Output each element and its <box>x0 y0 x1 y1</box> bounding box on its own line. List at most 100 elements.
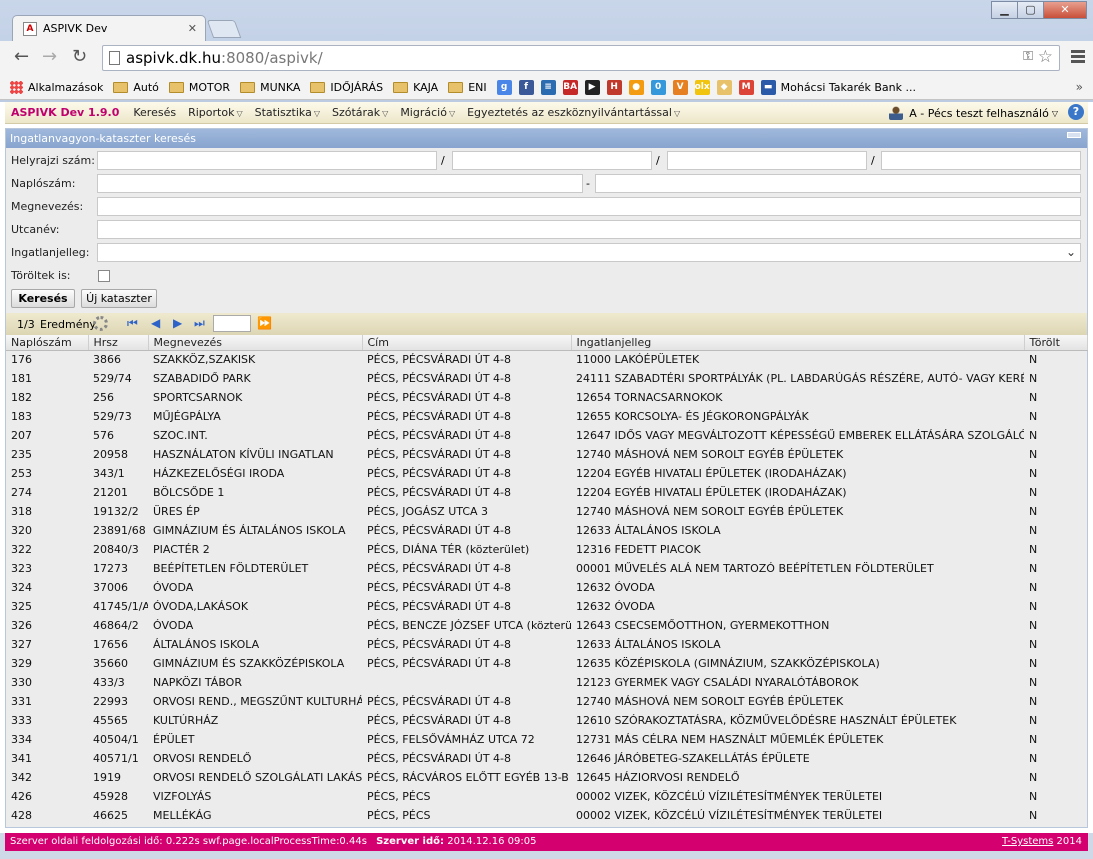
vendor-link[interactable]: T-Systems <box>1002 836 1053 847</box>
ingatlanjelleg-select[interactable]: ⌄ <box>97 243 1081 262</box>
table-cell: 20840/3 <box>93 543 139 556</box>
table-row[interactable]: 326 46864/2 ÓVODA PÉCS, BENCZE JÓZSEF UTCA … <box>6 616 1087 635</box>
bookmark-favicon[interactable]: ● <box>628 79 649 95</box>
next-page-icon[interactable]: ▶ <box>173 316 182 330</box>
new-cadastre-button[interactable]: Új kataszter <box>81 289 157 308</box>
bookmark-favicon[interactable]: olx <box>694 79 715 95</box>
table-row[interactable]: 253 343/1 HÁZKEZELŐSÉGI IRODA PÉCS, PÉCSVÁR… <box>6 464 1087 483</box>
bookmark-folder-kaja[interactable]: KAJA <box>393 81 438 94</box>
helyrajzi-field-1[interactable] <box>97 151 437 170</box>
collapse-icon[interactable] <box>1067 132 1081 138</box>
bookmark-favicon[interactable]: g <box>496 79 517 95</box>
table-row[interactable]: 324 37006 ÓVODA PÉCS, PÉCSVÁRADI ÚT 4-8 1263… <box>6 578 1087 597</box>
table-row[interactable]: 329 35660 GIMNÁZIUM ÉS SZAKKÖZÉPISKOLA PÉCS… <box>6 654 1087 673</box>
table-row[interactable]: 333 45565 KULTÚRHÁZ PÉCS, PÉCSVÁRADI ÚT 4-8… <box>6 711 1087 730</box>
table-row[interactable]: 181 529/74 SZABADIDŐ PARK PÉCS, PÉCSVÁRADI … <box>6 369 1087 388</box>
more-bookmarks-icon[interactable]: » <box>1076 80 1083 94</box>
key-icon[interactable]: ⚿ <box>1023 49 1033 64</box>
table-cell: 46625 <box>93 809 128 822</box>
close-tab-icon[interactable]: ✕ <box>188 22 197 35</box>
table-row[interactable]: 235 20958 HASZNÁLATON KÍVÜLI INGATLAN PÉCS,… <box>6 445 1087 464</box>
bookmark-folder-motor[interactable]: MOTOR <box>168 81 230 94</box>
new-tab-button[interactable] <box>206 20 242 38</box>
table-row[interactable]: 320 23891/68 GIMNÁZIUM ÉS ÁLTALÁNOS ISKOLA… <box>6 521 1087 540</box>
bookmark-folder-eni[interactable]: ENI <box>448 81 487 94</box>
bookmark-folder-munka[interactable]: MUNKA <box>240 81 300 94</box>
browser-menu-icon[interactable] <box>1071 50 1085 65</box>
page-number-input[interactable] <box>213 315 251 332</box>
column-header[interactable]: Cím <box>362 335 572 351</box>
menu-szotarak[interactable]: Szótárak ▽ <box>332 106 388 119</box>
table-row[interactable]: 182 256 SPORTCSARNOK PÉCS, PÉCSVÁRADI ÚT 4-… <box>6 388 1087 407</box>
bookmark-favicon[interactable]: M <box>738 79 759 95</box>
label-naplo: Naplószám: <box>11 177 76 190</box>
helyrajzi-field-4[interactable] <box>881 151 1081 170</box>
naplo-to-field[interactable] <box>595 174 1081 193</box>
table-cell: 325 <box>6 597 88 616</box>
forward-arrow-icon[interactable]: → <box>42 48 57 66</box>
browser-tab[interactable]: A ASPIVK Dev ✕ <box>12 15 206 41</box>
user-menu[interactable]: A - Pécs teszt felhasználó ▽ <box>889 106 1058 120</box>
minimize-icon[interactable]: ▁ <box>991 1 1018 19</box>
naplo-from-field[interactable] <box>97 174 583 193</box>
helyrajzi-field-3[interactable] <box>667 151 867 170</box>
table-row[interactable]: 330 433/3 NAPKÖZI TÁBOR 12123 GYERMEK VAGY … <box>6 673 1087 692</box>
bookmark-favicon[interactable]: 0 <box>650 79 671 95</box>
goto-page-icon[interactable]: ⏩ <box>257 316 272 330</box>
table-row[interactable]: 318 19132/2 ÜRES ÉP PÉCS, JOGÁSZ UTCA 3 1274… <box>6 502 1087 521</box>
table-row[interactable]: 322 20840/3 PIACTÉR 2 PÉCS, DIÁNA TÉR (közt… <box>6 540 1087 559</box>
table-row[interactable]: 331 22993 ORVOSI REND., MEGSZŰNT KULTURHÁZ… <box>6 692 1087 711</box>
prev-page-icon[interactable]: ◀ <box>151 316 160 330</box>
help-icon[interactable]: ? <box>1068 104 1084 120</box>
search-button[interactable]: Keresés <box>11 289 75 308</box>
utcanev-field[interactable] <box>97 220 1081 239</box>
gear-icon[interactable] <box>93 316 108 331</box>
bookmark-favicon[interactable]: BA <box>562 79 583 95</box>
torolt-checkbox[interactable] <box>98 270 110 282</box>
bookmark-favicon[interactable]: f <box>518 79 539 95</box>
table-row[interactable]: 334 40504/1 ÉPÜLET PÉCS, FELSŐVÁMHÁZ UTCA 7… <box>6 730 1087 749</box>
helyrajzi-field-2[interactable] <box>452 151 652 170</box>
table-row[interactable]: 342 1919 ORVOSI RENDELŐ SZOLGÁLATI LAKÁSSA… <box>6 768 1087 787</box>
table-row[interactable]: 183 529/73 MŰJÉGPÁLYA PÉCS, PÉCSVÁRADI ÚT 4… <box>6 407 1087 426</box>
table-row[interactable]: 327 17656 ÁLTALÁNOS ISKOLA PÉCS, PÉCSVÁRADI… <box>6 635 1087 654</box>
menu-riportok[interactable]: Riportok ▽ <box>188 106 243 119</box>
back-arrow-icon[interactable]: ← <box>14 48 29 66</box>
maximize-icon[interactable]: ▢ <box>1017 1 1044 19</box>
table-row[interactable]: 426 45928 VIZFOLYÁS PÉCS, PÉCS 00002 VIZEK, … <box>6 787 1087 806</box>
bookmark-favicon[interactable]: ▶ <box>584 79 605 95</box>
bookmark-star-icon[interactable]: ☆ <box>1038 47 1053 67</box>
first-page-icon[interactable]: ⏮ <box>127 316 138 331</box>
window-close-icon[interactable]: ✕ <box>1043 1 1087 19</box>
column-header[interactable]: Naplószám <box>6 335 89 351</box>
bookmark-favicon[interactable]: H <box>606 79 627 95</box>
column-header[interactable]: Megnevezés <box>148 335 363 351</box>
bookmark-folder-idojaras[interactable]: IDŐJÁRÁS <box>310 81 383 94</box>
table-row[interactable]: 323 17273 BEÉPÍTETLEN FÖLDTERÜLET PÉCS, PÉC… <box>6 559 1087 578</box>
table-cell: N <box>1024 407 1087 426</box>
table-cell: N <box>1029 543 1038 556</box>
table-row[interactable]: 428 46625 MELLÉKÁG PÉCS, PÉCS 00002 VIZEK, K… <box>6 806 1087 825</box>
megnevezes-field[interactable] <box>97 197 1081 216</box>
menu-kereses[interactable]: Keresés <box>133 106 176 119</box>
bookmark-folder-auto[interactable]: Autó <box>113 81 159 94</box>
table-row[interactable]: 207 576 SZOC.INT. PÉCS, PÉCSVÁRADI ÚT 4-8 12… <box>6 426 1087 445</box>
menu-egyeztetes[interactable]: Egyeztetés az eszköznyilvántartással ▽ <box>467 106 680 119</box>
bookmark-favicon[interactable]: ◆ <box>716 79 737 95</box>
column-header[interactable]: Ingatlanjelleg <box>571 335 1025 351</box>
column-header[interactable]: Hrsz <box>88 335 149 351</box>
bookmark-bank[interactable]: ▬ Mohácsi Takarék Bank ... <box>760 79 916 95</box>
column-header[interactable]: Törölt <box>1024 335 1088 351</box>
menu-migracio[interactable]: Migráció ▽ <box>400 106 455 119</box>
bookmark-favicon[interactable]: ≡ <box>540 79 561 95</box>
bookmark-favicon[interactable]: V <box>672 79 693 95</box>
address-bar[interactable]: aspivk.dk.hu:8080/aspivk/ ⚿ ☆ <box>102 45 1060 71</box>
last-page-icon[interactable]: ⏭ <box>194 316 205 331</box>
reload-icon[interactable]: ↻ <box>72 48 87 66</box>
table-row[interactable]: 176 3866 SZAKKÖZ,SZAKISK PÉCS, PÉCSVÁRADI Ú… <box>6 350 1087 369</box>
table-row[interactable]: 325 41745/1/A ÓVODA,LAKÁSOK PÉCS, PÉCSVÁRAD… <box>6 597 1087 616</box>
bookmark-apps[interactable]: Alkalmazások <box>10 80 103 94</box>
menu-statisztika[interactable]: Statisztika ▽ <box>255 106 320 119</box>
table-row[interactable]: 341 40571/1 ORVOSI RENDELŐ PÉCS, PÉCSVÁRADI… <box>6 749 1087 768</box>
table-row[interactable]: 274 21201 BÖLCSŐDE 1 PÉCS, PÉCSVÁRADI ÚT 4-… <box>6 483 1087 502</box>
